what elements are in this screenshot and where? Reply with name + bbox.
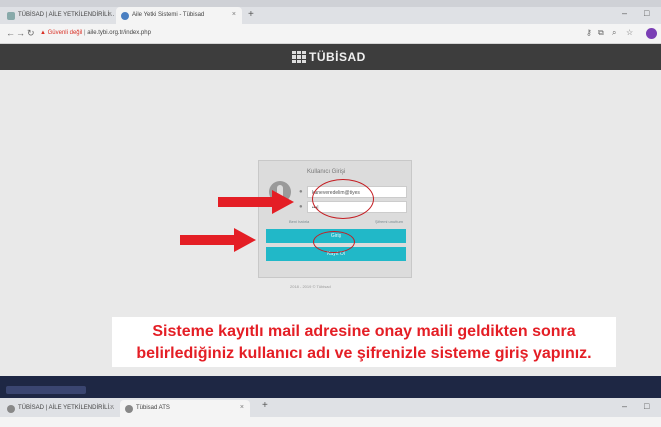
- close-tab-icon[interactable]: ×: [232, 11, 236, 18]
- forgot-password-link[interactable]: Şifremi unuttum: [375, 219, 403, 224]
- remember-me-checkbox[interactable]: Beni hatırla: [289, 219, 309, 224]
- close-tab-icon[interactable]: ×: [110, 404, 114, 411]
- new-tab-icon[interactable]: +: [248, 9, 254, 20]
- tab-title: Tübisad ATS: [136, 405, 170, 411]
- address-bar[interactable]: ▲ Güvenli değil | aile.tybi.org.tr/index…: [36, 28, 576, 40]
- user-icon: ●: [299, 189, 303, 195]
- browser-tab[interactable]: TÜBİSAD | AİLE YETKİLENDİRİLİ... ×: [2, 400, 120, 417]
- tab-title: TÜBİSAD | AİLE YETKİLENDİRİLİ...: [18, 12, 115, 18]
- browser-tab[interactable]: TÜBİSAD | AİLE YETKİLENDİRİLİ... ×: [2, 7, 118, 24]
- video-overlay-bar: [0, 376, 661, 398]
- browser-tab-active[interactable]: Tübisad ATS ×: [120, 400, 250, 417]
- close-tab-icon[interactable]: ×: [108, 11, 112, 18]
- back-icon[interactable]: ←: [6, 28, 15, 38]
- logo-text: TÜBİSAD: [309, 50, 366, 64]
- minimize-icon[interactable]: –: [622, 401, 627, 411]
- translate-icon[interactable]: ⧉: [598, 28, 604, 38]
- annotation-circle-login: [313, 231, 355, 253]
- annotation-arrow-icon: [218, 190, 294, 214]
- screenshot-frame: TÜBİSAD | AİLE YETKİLENDİRİLİ... × Aile …: [0, 0, 661, 427]
- minimize-icon[interactable]: –: [622, 8, 627, 18]
- annotation-arrow-icon: [180, 228, 256, 252]
- warning-icon: ▲: [40, 30, 46, 36]
- key-icon: ●: [299, 204, 303, 210]
- instruction-caption: Sisteme kayıtlı mail adresine onay maili…: [112, 317, 616, 367]
- browser-tab-bar: TÜBİSAD | AİLE YETKİLENDİRİLİ... × Aile …: [0, 0, 661, 24]
- caption-line: belirlediğiniz kullanıcı adı ve şifreniz…: [136, 345, 592, 362]
- reload-icon[interactable]: ↻: [27, 28, 35, 39]
- tab-title: TÜBİSAD | AİLE YETKİLENDİRİLİ...: [18, 405, 115, 411]
- favicon-icon: [121, 12, 129, 20]
- profile-avatar[interactable]: [646, 28, 657, 39]
- caption-line: Sisteme kayıtlı mail adresine onay maili…: [152, 323, 576, 340]
- browser-tab-bar-bottom: TÜBİSAD | AİLE YETKİLENDİRİLİ... × Tübis…: [0, 398, 661, 417]
- maximize-icon[interactable]: □: [644, 8, 649, 18]
- login-title: Kullanıcı Girişi: [307, 169, 346, 175]
- browser-tab-active[interactable]: Aile Yetki Sistemi - Tübisad ×: [116, 7, 242, 24]
- tab-strip-shade: [0, 0, 661, 7]
- browser-toolbar: ← → ↻ ▲ Güvenli değil | aile.tybi.org.tr…: [0, 24, 661, 44]
- page-body: Kullanıcı Girişi ● kaneveredelim@tiyes ●…: [0, 70, 661, 376]
- new-tab-icon[interactable]: +: [262, 400, 268, 411]
- logo-grid-icon: [292, 51, 306, 63]
- zoom-icon[interactable]: ⌕: [612, 28, 616, 38]
- tab-title: Aile Yetki Sistemi - Tübisad: [132, 12, 205, 18]
- favicon-icon: [7, 12, 15, 20]
- close-tab-icon[interactable]: ×: [240, 404, 244, 411]
- url-text: aile.tybi.org.tr/index.php: [87, 30, 151, 36]
- security-warning: Güvenli değil: [47, 30, 83, 36]
- site-header: TÜBİSAD: [0, 44, 661, 70]
- favicon-icon: [125, 405, 133, 413]
- maximize-icon[interactable]: □: [644, 401, 649, 411]
- favicon-icon: [7, 405, 15, 413]
- site-logo[interactable]: TÜBİSAD: [292, 50, 366, 64]
- annotation-circle-credentials: [312, 179, 374, 219]
- forward-icon[interactable]: →: [16, 28, 25, 38]
- copyright-text: 2018 - 2019 © Tübisad: [290, 284, 331, 289]
- key-icon[interactable]: ⚷: [586, 28, 592, 37]
- browser-toolbar-bottom: [0, 417, 661, 427]
- bookmark-star-icon[interactable]: ☆: [626, 28, 633, 37]
- login-card: Kullanıcı Girişi ● kaneveredelim@tiyes ●…: [258, 160, 412, 278]
